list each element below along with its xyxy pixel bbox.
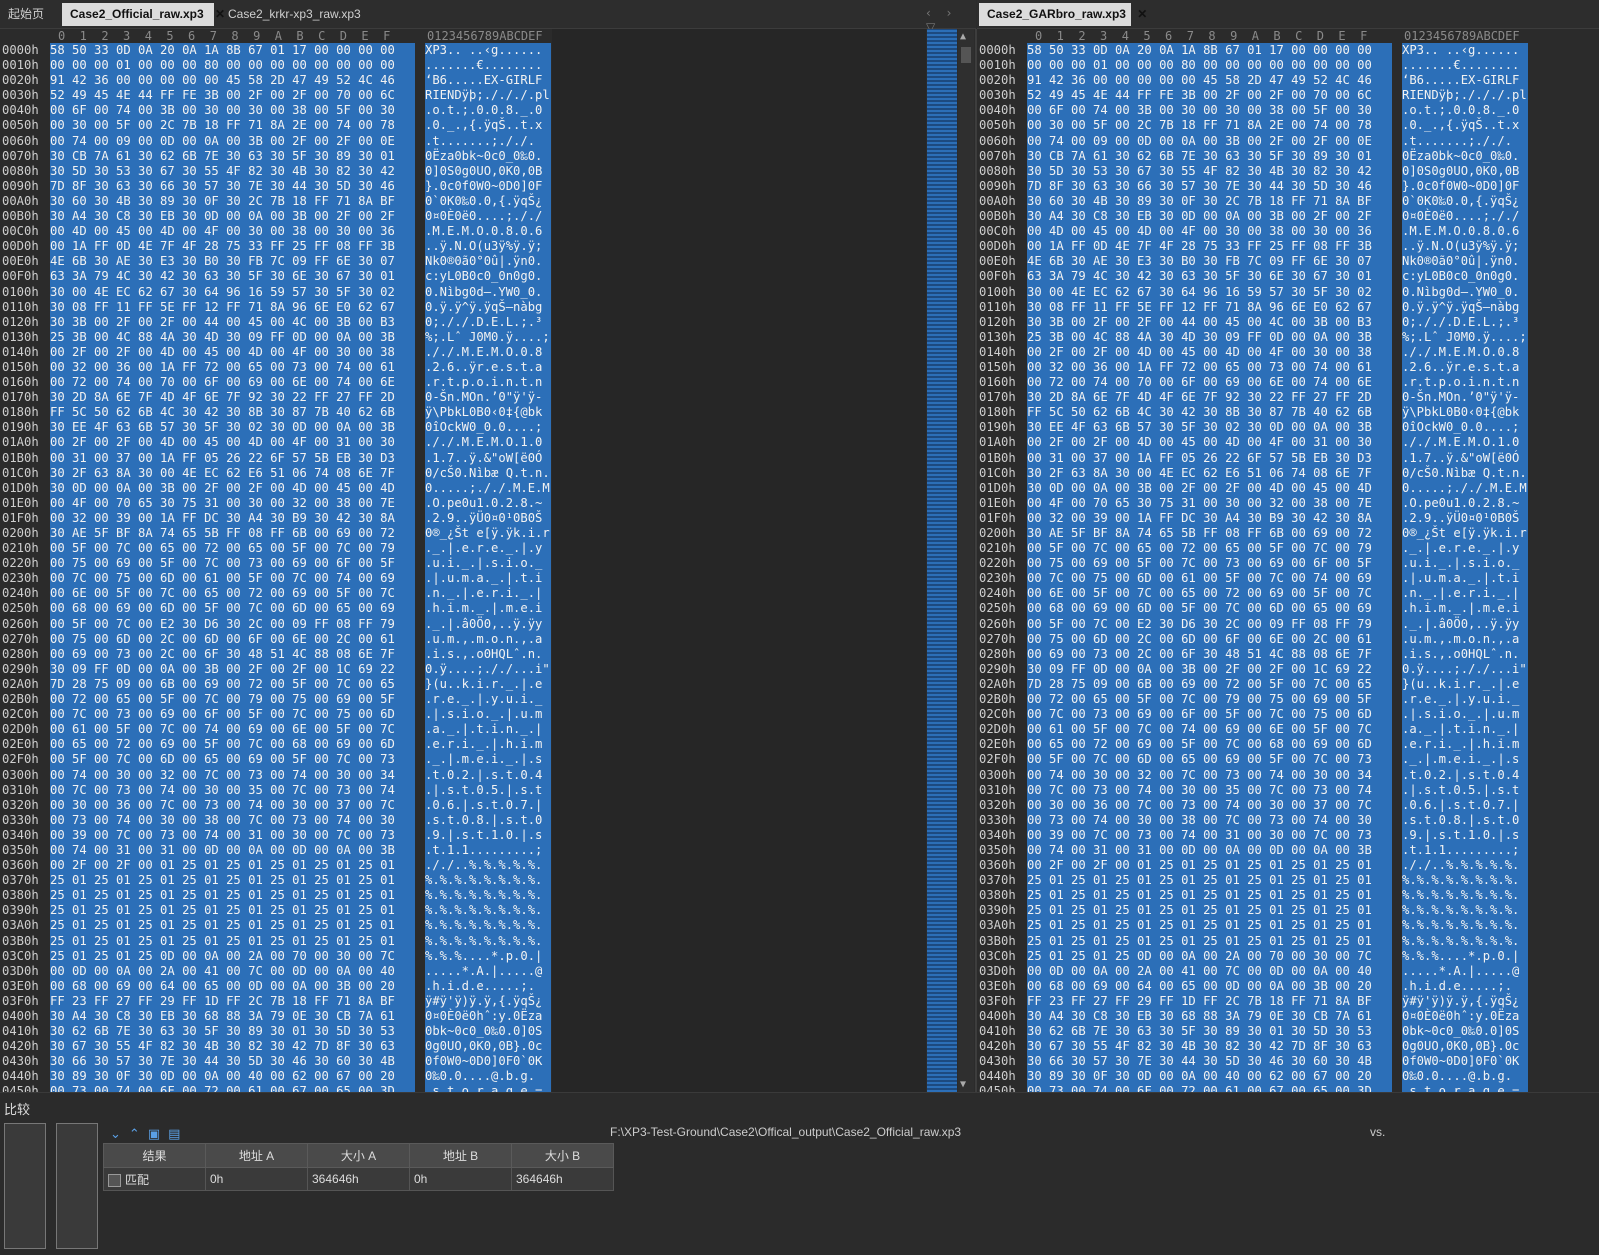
offset-column: 0000h 0010h 0020h 0030h 0040h 0050h 0060… xyxy=(2,43,39,1092)
tab-case2-garbro[interactable]: Case2_GARbro_raw.xp3 ✕ xyxy=(979,3,1147,26)
col-address-b[interactable]: 地址 B xyxy=(409,1143,512,1168)
col-address-a[interactable]: 地址 A xyxy=(205,1143,308,1168)
tab-label: 起始页 xyxy=(8,7,45,21)
empty-area xyxy=(552,29,926,1092)
tab-case2-official[interactable]: Case2_Official_raw.xp3 ✕ xyxy=(62,3,225,26)
scroll-up-icon[interactable]: ▲ xyxy=(960,31,966,42)
tab-case2-krkr[interactable]: Case2_krkr-xp3_raw.xp3 xyxy=(220,3,370,26)
compare-title: 比较 xyxy=(4,1102,31,1117)
scroll-thumb[interactable] xyxy=(961,47,971,63)
col-size-a[interactable]: 大小 A xyxy=(307,1143,410,1168)
hex-bytes[interactable]: 58 50 33 0D 0A 20 0A 1A 8B 67 01 17 00 0… xyxy=(50,43,415,1092)
refresh-icon[interactable]: ▤ xyxy=(168,1127,188,1142)
overview-minimap[interactable] xyxy=(927,29,957,1092)
vertical-scrollbar[interactable]: ▲ ▼ xyxy=(958,29,974,1092)
tab-start-page[interactable]: 起始页 xyxy=(0,3,56,26)
col-result[interactable]: 结果 xyxy=(103,1143,206,1168)
left-file-path: F:\XP3-Test-Ground\Case2\Offical_output\… xyxy=(610,1125,962,1139)
ascii-column-header: 0123456789ABCDEF xyxy=(1404,29,1520,43)
compare-map-b[interactable] xyxy=(56,1123,98,1249)
address-a-cell: 0h xyxy=(205,1167,308,1191)
col-size-b[interactable]: 大小 B xyxy=(511,1143,614,1168)
right-tab-bar: Case2_GARbro_raw.xp3 ✕ xyxy=(977,0,1599,29)
offset-column: 0000h 0010h 0020h 0030h 0040h 0050h 0060… xyxy=(979,43,1016,1092)
vs-label: vs. xyxy=(1370,1125,1386,1139)
scroll-down-icon[interactable]: ▼ xyxy=(960,1079,966,1090)
address-b-cell: 0h xyxy=(409,1167,512,1191)
compare-toolbar: ⌄⌃▣▤ xyxy=(110,1127,188,1142)
results-table: 结果 地址 A 大小 A 地址 B 大小 B 匹配 0h 364646h 0h … xyxy=(103,1143,614,1191)
hex-bytes[interactable]: 58 50 33 0D 0A 20 0A 1A 8B 67 01 17 00 0… xyxy=(1027,43,1392,1092)
row-checkbox[interactable] xyxy=(108,1173,121,1187)
compare-panel: 比较 ⌄⌃▣▤ F:\XP3-Test-Ground\Case2\Offical… xyxy=(0,1092,1599,1255)
tab-label: Case2_GARbro_raw.xp3 xyxy=(987,7,1126,21)
chevron-up-icon[interactable]: ⌃ xyxy=(129,1127,148,1142)
left-hex-pane[interactable]: 0 1 2 3 4 5 6 7 8 9 A B C D E F 01234567… xyxy=(0,29,976,1092)
tab-label: Case2_Official_raw.xp3 xyxy=(70,7,204,21)
close-icon[interactable]: ✕ xyxy=(1137,7,1147,21)
right-hex-pane[interactable]: 0 1 2 3 4 5 6 7 8 9 A B C D E F 01234567… xyxy=(977,29,1599,1092)
result-cell: 匹配 xyxy=(103,1167,206,1191)
ascii-text[interactable]: XP3.. ..‹g...... .......€........ ‘B6...… xyxy=(425,43,551,1092)
ascii-text[interactable]: XP3.. ..‹g...... .......€........ ‘B6...… xyxy=(1402,43,1528,1092)
size-a-cell: 364646h xyxy=(307,1167,410,1191)
chevron-down-icon[interactable]: ⌄ xyxy=(110,1127,129,1142)
compare-map-a[interactable] xyxy=(4,1123,46,1249)
hex-column-header: 0 1 2 3 4 5 6 7 8 9 A B C D E F xyxy=(58,29,391,43)
left-tab-bar: 起始页 Case2_Official_raw.xp3 ✕ Case2_krkr-… xyxy=(0,0,976,34)
table-row[interactable]: 匹配 0h 364646h 0h 364646h xyxy=(103,1167,614,1191)
hex-column-header: 0 1 2 3 4 5 6 7 8 9 A B C D E F xyxy=(1035,29,1368,43)
tab-label: Case2_krkr-xp3_raw.xp3 xyxy=(228,7,361,21)
size-b-cell: 364646h xyxy=(511,1167,614,1191)
ascii-column-header: 0123456789ABCDEF xyxy=(427,29,543,43)
export-icon[interactable]: ▣ xyxy=(148,1127,168,1142)
